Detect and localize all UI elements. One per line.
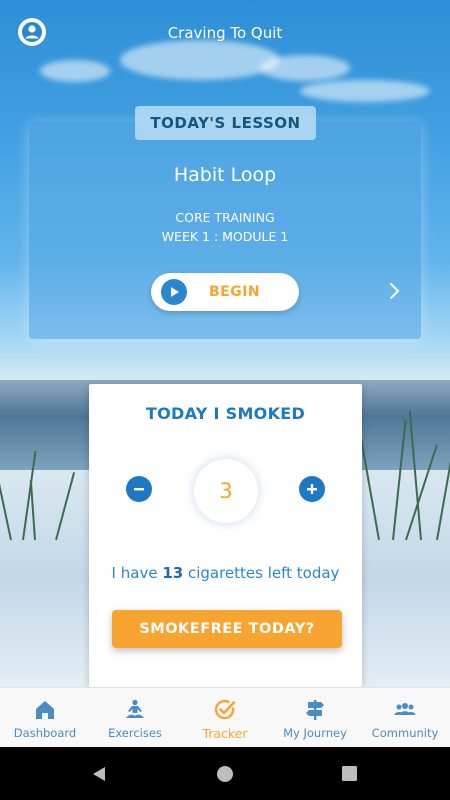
- tab-my-journey[interactable]: My Journey: [270, 688, 360, 748]
- smoked-title: TODAY I SMOKED: [145, 404, 306, 423]
- home-icon: [36, 701, 54, 719]
- remaining-count: 13: [162, 564, 184, 582]
- cloud: [260, 55, 350, 81]
- smoked-count: 3: [193, 458, 259, 524]
- check-circle-icon: [214, 699, 236, 720]
- minus-icon: [134, 488, 144, 491]
- smokefree-button[interactable]: SMOKEFREE TODAY?: [112, 610, 342, 648]
- smoked-card: TODAY I SMOKED 3 I have 13 cigarettes le…: [89, 384, 362, 687]
- decrement-button[interactable]: [126, 476, 152, 502]
- tab-exercises[interactable]: Exercises: [90, 688, 180, 748]
- tab-community[interactable]: Community: [360, 688, 450, 748]
- back-icon[interactable]: [90, 765, 108, 783]
- cloud: [300, 80, 430, 102]
- tab-bar: Dashboard Exercises Tracker My Journey C…: [0, 687, 450, 748]
- lesson-module: WEEK 1 : MODULE 1: [161, 229, 289, 244]
- play-icon: [161, 279, 187, 305]
- tab-dashboard[interactable]: Dashboard: [0, 688, 90, 748]
- tab-label: Tracker: [202, 726, 248, 741]
- lesson-course: CORE TRAINING: [175, 210, 275, 225]
- remaining-text: I have 13 cigarettes left today: [111, 564, 340, 582]
- cloud: [40, 60, 110, 82]
- group-icon: [394, 703, 416, 715]
- tab-label: Dashboard: [13, 726, 77, 740]
- android-nav-bar: [0, 747, 450, 800]
- home-nav-icon[interactable]: [216, 765, 234, 783]
- signpost-icon: [306, 700, 324, 720]
- tab-tracker[interactable]: Tracker: [180, 688, 270, 748]
- lesson-title: Habit Loop: [173, 164, 277, 186]
- chevron-right-icon[interactable]: [385, 279, 405, 303]
- meditation-icon: [126, 699, 144, 718]
- plus-icon: [307, 484, 317, 494]
- lesson-meta: CORE TRAINING WEEK 1 : MODULE 1: [29, 208, 421, 246]
- tab-label: My Journey: [283, 726, 347, 740]
- tab-label: Community: [371, 726, 439, 740]
- increment-button[interactable]: [299, 476, 325, 502]
- recents-icon[interactable]: [341, 765, 358, 782]
- begin-label: BEGIN: [209, 284, 261, 300]
- top-bar: Craving To Quit: [0, 14, 450, 54]
- begin-button[interactable]: BEGIN: [151, 273, 299, 311]
- app-title: Craving To Quit: [167, 24, 283, 42]
- lesson-tag: TODAY'S LESSON: [135, 106, 316, 140]
- tab-label: Exercises: [108, 726, 162, 740]
